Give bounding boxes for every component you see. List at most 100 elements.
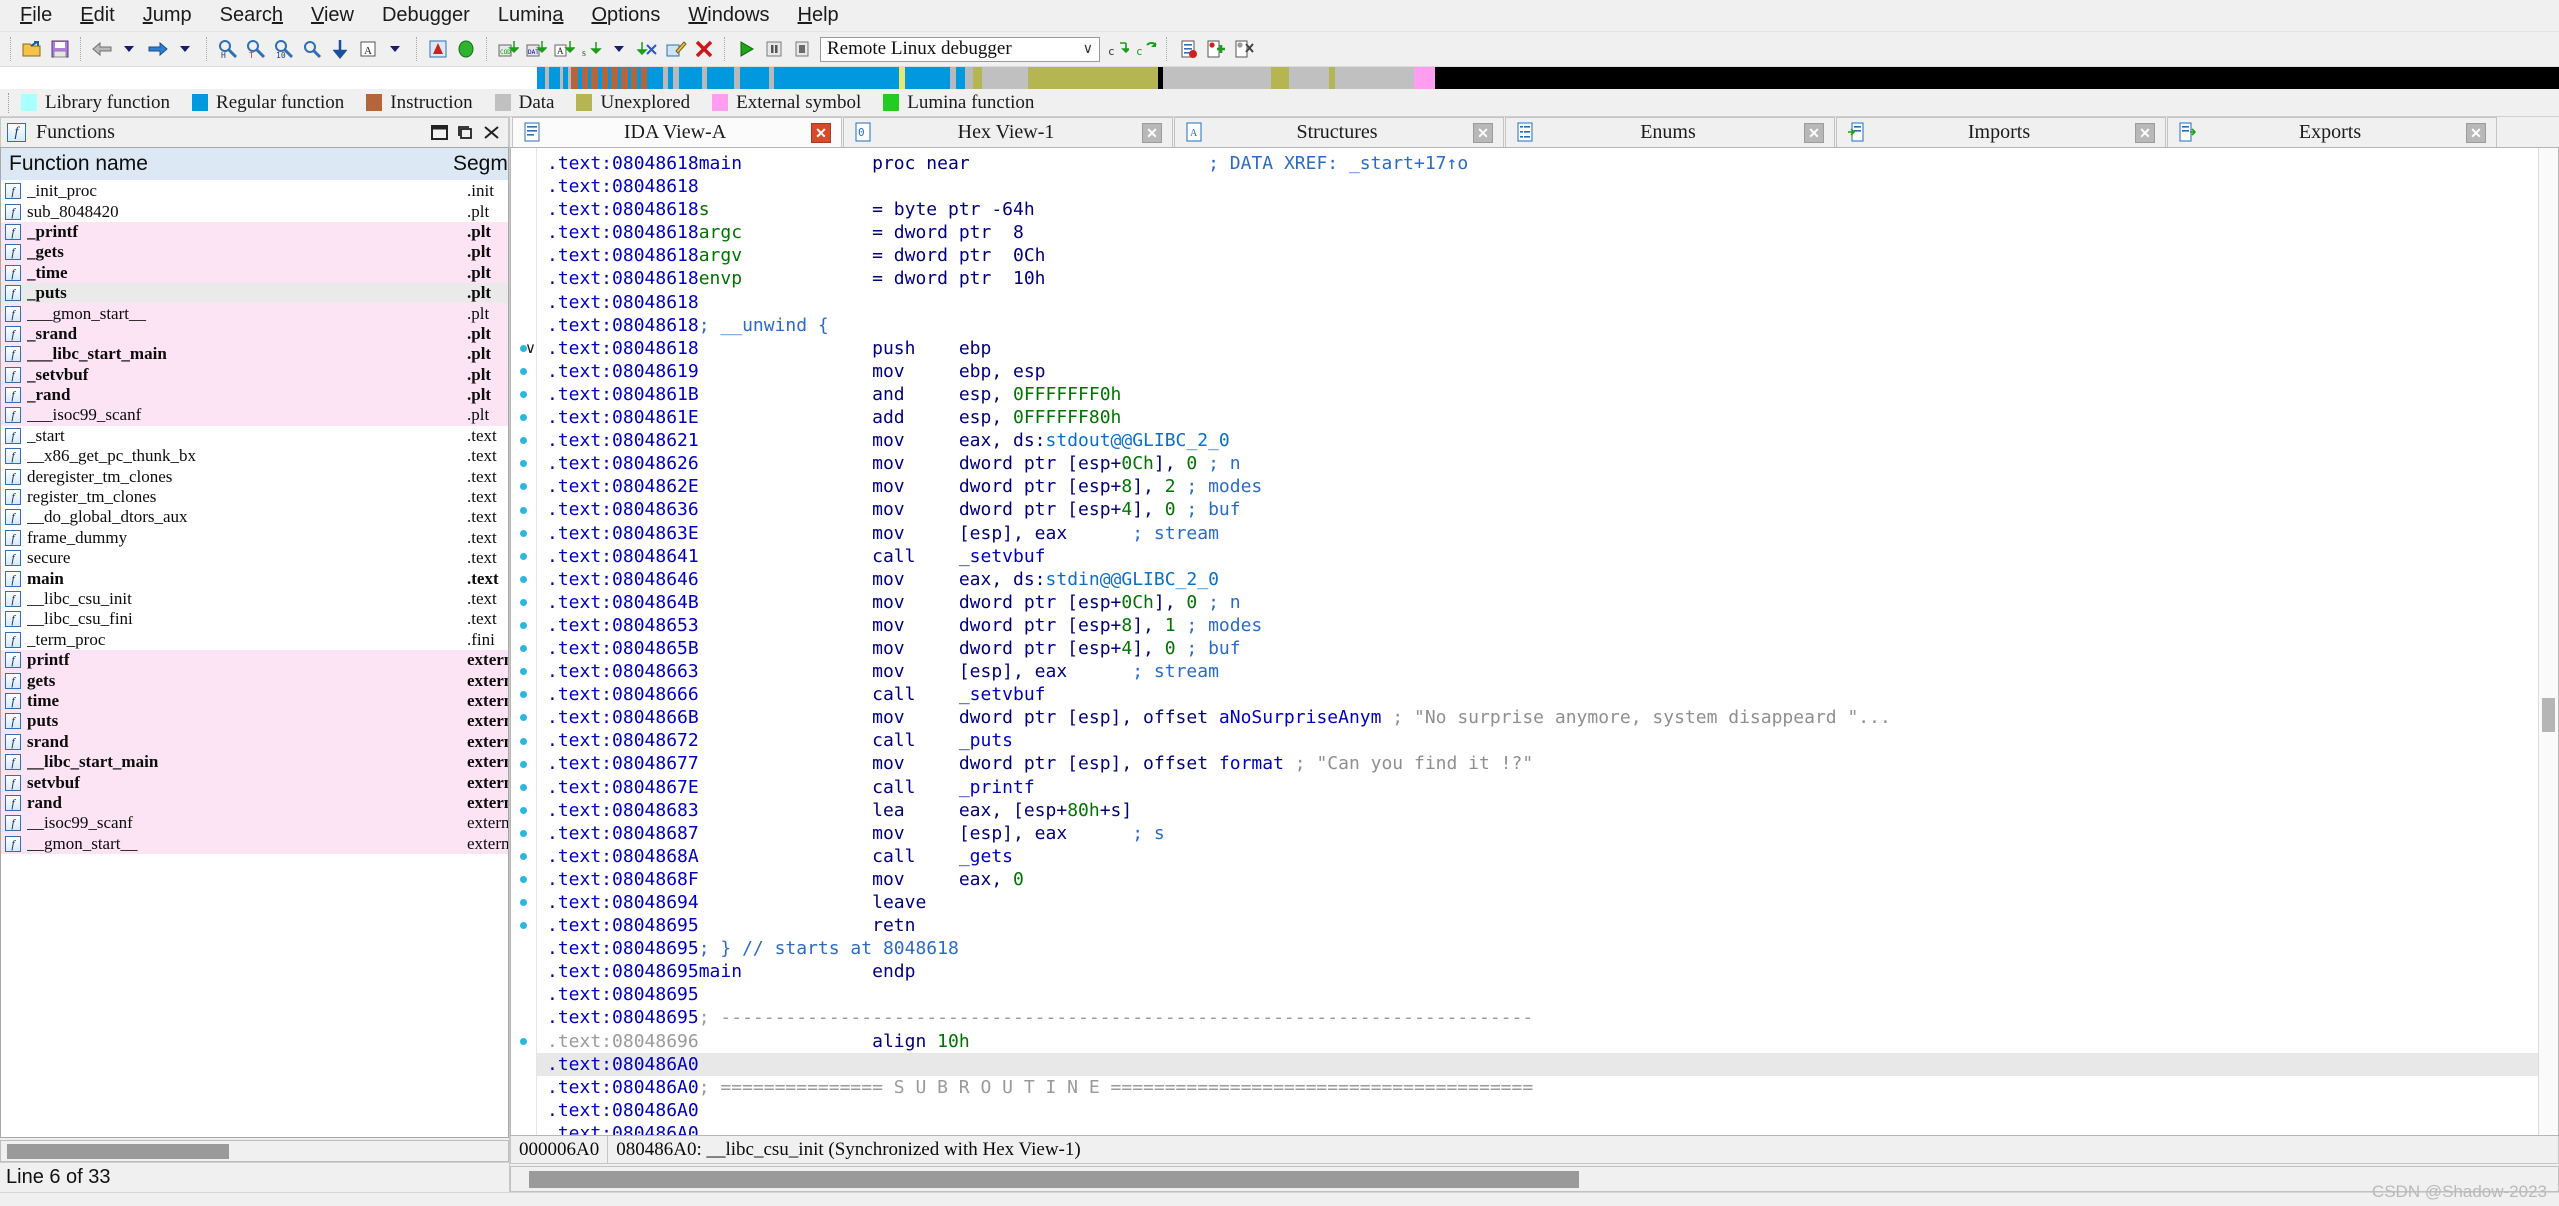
disassembly-line[interactable]: .text:08048646 mov eax, ds:stdin@@GLIBC_… xyxy=(537,568,2558,591)
clear-breakpoints-icon[interactable] xyxy=(1231,36,1257,62)
disassembly-line[interactable]: .text:08048694 leave xyxy=(537,891,2558,914)
breakpoint-marker-icon[interactable] xyxy=(520,437,527,445)
breakpoint-list-icon[interactable] xyxy=(1175,36,1201,62)
tab-close-icon[interactable]: ✕ xyxy=(1804,122,1824,143)
menu-item-windows[interactable]: Windows xyxy=(674,2,783,29)
navband-segment[interactable] xyxy=(0,67,538,89)
function-list-row[interactable]: f __libc_start_main extern xyxy=(1,751,508,773)
open-file-icon[interactable] xyxy=(19,36,45,62)
disassembly-line[interactable]: .text:08048687 mov [esp], eax ; s xyxy=(537,822,2558,845)
disassembly-vscrollbar-thumb[interactable] xyxy=(2542,698,2555,732)
navband-segment[interactable] xyxy=(1270,67,1290,89)
tab-structures[interactable]: A Structures ✕ xyxy=(1174,117,1504,147)
tab-imports[interactable]: Imports ✕ xyxy=(1836,117,2166,147)
function-list-row[interactable]: f ___libc_start_main .plt xyxy=(1,344,508,365)
ascii-dropdown-icon[interactable] xyxy=(383,36,409,62)
disassembly-line[interactable]: .text:08048696 align 10h xyxy=(537,1030,2558,1053)
navband-segment[interactable] xyxy=(1163,67,1271,89)
disassembly-view[interactable]: ∨ .text:08048618main proc near ; DATA XR… xyxy=(510,147,2559,1136)
function-list-row[interactable]: f _puts .plt xyxy=(1,282,508,304)
breakpoint-marker-icon[interactable] xyxy=(520,806,527,814)
rename-icon[interactable] xyxy=(663,36,689,62)
disassembly-line[interactable]: .text:08048663 mov [esp], eax ; stream xyxy=(537,660,2558,683)
search-next-icon[interactable] xyxy=(299,36,325,62)
navband-segment[interactable] xyxy=(1289,67,1330,89)
menu-item-options[interactable]: Options xyxy=(577,2,674,29)
disassembly-vscrollbar[interactable] xyxy=(2538,148,2558,1135)
function-list-row[interactable]: f _printf .plt xyxy=(1,221,508,243)
disassembly-line[interactable]: .text:08048672 call _puts xyxy=(537,729,2558,752)
disassembly-line[interactable]: .text:08048618envp = dword ptr 10h xyxy=(537,267,2558,290)
make-code-icon[interactable]: COD xyxy=(495,36,521,62)
tab-close-icon[interactable]: ✕ xyxy=(811,122,831,143)
disassembly-hscrollbar-thumb[interactable] xyxy=(529,1171,1579,1188)
legend-gripper[interactable] xyxy=(8,92,11,113)
function-list-row[interactable]: f deregister_tm_clones .text xyxy=(1,466,508,486)
function-list-row[interactable]: f _init_proc .init xyxy=(1,181,508,201)
function-list-row[interactable]: f _srand .plt xyxy=(1,323,508,345)
debugger-select[interactable]: Remote Linux debugger ∨ xyxy=(820,36,1100,62)
function-list-row[interactable]: f __do_global_dtors_aux .text xyxy=(1,507,508,527)
breakpoint-marker-icon[interactable] xyxy=(520,1037,527,1045)
function-list-row[interactable]: f __libc_csu_init .text xyxy=(1,589,508,609)
breakpoint-marker-icon[interactable] xyxy=(520,414,527,422)
breakpoint-marker-icon[interactable] xyxy=(520,483,527,491)
breakpoint-marker-icon[interactable] xyxy=(520,645,527,653)
function-list-row[interactable]: f __isoc99_scanf extern xyxy=(1,813,508,834)
function-list-row[interactable]: f secure .text xyxy=(1,548,508,568)
navband-segment[interactable] xyxy=(965,67,974,89)
disassembly-line[interactable]: .text:080486A0 xyxy=(537,1122,2558,1135)
disassembly-line[interactable]: .text:08048618argc = dword ptr 8 xyxy=(537,221,2558,244)
navband-segment[interactable] xyxy=(1434,67,2559,89)
back-arrow-icon[interactable] xyxy=(89,36,115,62)
breakpoint-marker-icon[interactable] xyxy=(520,529,527,537)
navband-segment[interactable] xyxy=(678,67,703,89)
step-over-icon[interactable]: c xyxy=(1133,36,1159,62)
function-list-row[interactable]: f _setvbuf .plt xyxy=(1,364,508,385)
navband-segment[interactable] xyxy=(1413,67,1435,89)
navband-segment[interactable] xyxy=(1335,67,1414,89)
navigation-band[interactable] xyxy=(0,67,2559,89)
functions-hscrollbar[interactable] xyxy=(0,1140,509,1162)
disassembly-line[interactable]: .text:08048626 mov dword ptr [esp+0Ch], … xyxy=(537,452,2558,475)
search-text-icon[interactable]: T xyxy=(243,36,269,62)
breakpoint-marker-icon[interactable] xyxy=(520,622,527,630)
function-list-row[interactable]: fgets extern xyxy=(1,670,508,691)
ascii-view-icon[interactable]: A xyxy=(355,36,381,62)
disassembly-line[interactable]: .text:08048618 push ebp xyxy=(537,337,2558,360)
function-list-row[interactable]: f register_tm_clones .text xyxy=(1,487,508,507)
disassembly-line[interactable]: .text:0804864B mov dword ptr [esp+0Ch], … xyxy=(537,591,2558,614)
search-immediate-icon[interactable]: 10 xyxy=(271,36,297,62)
disassembly-line[interactable]: .text:08048695; ------------------------… xyxy=(537,1006,2558,1029)
disassembly-line[interactable]: .text:08048695; } // starts at 8048618 xyxy=(537,937,2558,960)
breakpoint-marker-icon[interactable] xyxy=(520,899,527,907)
disassembly-line[interactable]: .text:08048618s = byte ptr -64h xyxy=(537,198,2558,221)
jump-down-icon[interactable] xyxy=(327,36,353,62)
navband-segment[interactable] xyxy=(774,67,900,89)
function-list-row[interactable]: fsrand extern xyxy=(1,731,508,752)
breakpoint-marker-icon[interactable] xyxy=(520,460,527,468)
function-list-row[interactable]: f _rand .plt xyxy=(1,384,508,406)
add-breakpoint-icon[interactable] xyxy=(1203,36,1229,62)
navband-segment[interactable] xyxy=(956,67,966,89)
function-list-row[interactable]: f _gets .plt xyxy=(1,242,508,263)
disassembly-line[interactable]: .text:080486A0 xyxy=(537,1052,2558,1076)
disassembly-code[interactable]: .text:08048618main proc near ; DATA XREF… xyxy=(537,148,2558,1135)
navband-segment[interactable] xyxy=(620,67,628,89)
navband-segment[interactable] xyxy=(973,67,982,89)
function-list-row[interactable]: ftime extern xyxy=(1,690,508,712)
breakpoint-marker-icon[interactable] xyxy=(520,783,527,791)
forward-dropdown-icon[interactable] xyxy=(173,36,199,62)
breakpoint-marker-icon[interactable] xyxy=(520,506,527,514)
function-list-row[interactable]: f _start .text xyxy=(1,426,508,446)
disassembly-line[interactable]: .text:080486A0; =============== S U B R … xyxy=(537,1076,2558,1099)
tab-close-icon[interactable]: ✕ xyxy=(2135,122,2155,143)
tab-close-icon[interactable]: ✕ xyxy=(2466,122,2486,143)
function-list-row[interactable]: f ___isoc99_scanf .plt xyxy=(1,405,508,426)
save-icon[interactable] xyxy=(47,36,73,62)
disassembly-line[interactable]: .text:08048618 xyxy=(537,291,2558,314)
function-list-row[interactable]: f ___gmon_start__ .plt xyxy=(1,303,508,324)
function-list-row[interactable]: frand extern xyxy=(1,792,508,814)
menu-item-help[interactable]: Help xyxy=(784,2,853,29)
function-list-row[interactable]: fputs extern xyxy=(1,711,508,732)
